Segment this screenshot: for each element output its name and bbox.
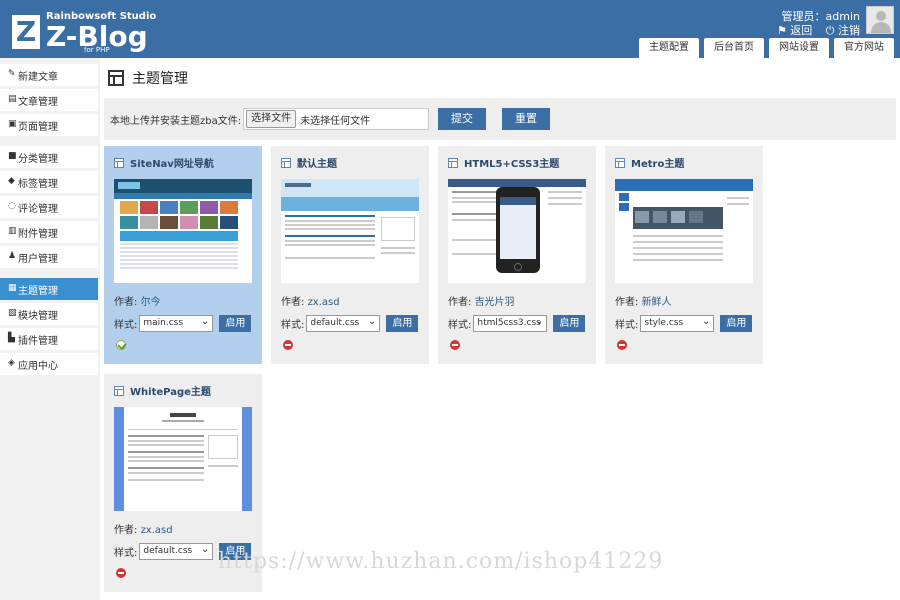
tab-site-settings[interactable]: 网站设置 [769,38,829,58]
attachment-icon: ▥ [8,226,17,236]
style-select[interactable]: main.css [139,315,214,332]
delete-icon[interactable] [617,340,627,350]
sidebar-item-users[interactable]: ♟ 用户管理 [0,246,98,268]
tab-official-site[interactable]: 官方网站 [834,38,894,58]
theme-preview [281,179,419,283]
theme-author: 作者: 新鲜人 [615,297,672,308]
document-icon: ▤ [8,94,17,104]
theme-preview [448,179,586,283]
edit-icon: ✎ [8,69,16,79]
logo-icon: Z [12,15,40,49]
sidebar-item-articles[interactable]: ▤ 文章管理 [0,89,98,111]
user-actions: ⚑ 返回 ⏻ 注销 [767,22,860,38]
comment-icon: ◌ [8,201,16,211]
style-row: 样式: default.css 启用 [281,315,419,332]
sidebar-item-attachments[interactable]: ▥ 附件管理 [0,221,98,243]
style-row: 样式: main.css 启用 [114,315,252,332]
page-title: 主题管理 [108,68,188,88]
delete-icon[interactable] [283,340,293,350]
avatar-head [876,11,886,21]
avatar[interactable] [866,6,894,34]
theme-layout-icon [108,70,124,86]
sidebar-item-modules[interactable]: ▧ 模块管理 [0,303,98,325]
theme-icon [114,157,124,168]
upload-label: 本地上传并安装主题zba文件: [110,115,242,127]
theme-icon [615,157,625,168]
sidebar: ✎ 新建文章 ▤ 文章管理 ▣ 页面管理 ■ 分类管理 ◆ 标签管理 ◌ 评论管理 ▥ 附件管… [0,58,100,600]
style-select[interactable]: html5css3.css [473,315,548,332]
theme-preview [615,179,753,283]
module-icon: ▧ [8,308,17,318]
submit-button[interactable]: 提交 [438,108,486,130]
theme-author: 作者: 尔今 [114,297,161,308]
file-input[interactable]: 选择文件 未选择任何文件 [243,108,430,130]
apply-button[interactable]: 启用 [720,315,753,332]
upload-bar: 本地上传并安装主题zba文件: 选择文件 未选择任何文件 提交 重置 [104,98,896,140]
delete-icon[interactable] [116,568,126,578]
style-row: 样式: style.css 启用 [615,315,753,332]
theme-icon [281,157,291,168]
top-header: Z Rainbowsoft Studio Z-Blog for PHP 管理员：… [0,0,900,58]
apply-button[interactable]: 启用 [553,315,586,332]
theme-card: 默认主题 作者: zx.asd 样式: default.css 启用 [271,146,429,364]
theme-title: SiteNav网址导航 [114,155,214,170]
apply-button[interactable]: 启用 [386,315,419,332]
theme-card: HTML5+CSS3主题 作者: 吉光片羽 样式: html5css3.css … [438,146,596,364]
sidebar-item-app-center[interactable]: ◈ 应用中心 [0,353,98,375]
reset-button[interactable]: 重置 [502,108,550,130]
theme-author: 作者: zx.asd [114,525,173,536]
theme-preview [114,407,252,511]
main-content: 主题管理 本地上传并安装主题zba文件: 选择文件 未选择任何文件 提交 重置 … [104,60,896,600]
theme-author: 作者: 吉光片羽 [448,297,515,308]
style-select[interactable]: default.css [139,543,214,560]
sidebar-item-categories[interactable]: ■ 分类管理 [0,146,98,168]
theme-title: WhitePage主题 [114,383,211,398]
plugin-icon: ▙ [8,333,15,343]
apply-button[interactable]: 启用 [219,315,252,332]
theme-author: 作者: zx.asd [281,297,340,308]
sidebar-item-themes[interactable]: ▦ 主题管理 [0,278,98,300]
sidebar-item-pages[interactable]: ▣ 页面管理 [0,114,98,136]
watermark: https://www.huzhan.com/ishop41229 [218,549,664,574]
theme-icon: ▦ [8,283,17,293]
delete-icon[interactable] [450,340,460,350]
sidebar-item-comments[interactable]: ◌ 评论管理 [0,196,98,218]
theme-icon [114,385,124,396]
active-check-icon [116,340,126,350]
back-link[interactable]: ⚑ 返回 [777,24,812,37]
folder-icon: ■ [8,151,17,161]
sidebar-item-plugins[interactable]: ▙ 插件管理 [0,328,98,350]
logout-link[interactable]: ⏻ 注销 [826,24,860,37]
logo-php: for PHP [84,46,110,54]
theme-title: 默认主题 [281,155,337,170]
tag-icon: ◆ [8,176,15,186]
avatar-body [871,22,891,33]
theme-icon [448,157,458,168]
theme-card: SiteNav网址导航 作者: 尔今 样式: main.css ⌄ 启用 [104,146,262,364]
theme-preview [114,179,252,283]
sidebar-item-new-article[interactable]: ✎ 新建文章 [0,64,98,86]
style-row: 样式: html5css3.css 启用 [448,315,586,332]
theme-title: HTML5+CSS3主题 [448,155,559,170]
user-icon: ♟ [8,251,17,261]
app-center-icon: ◈ [8,358,15,368]
tab-admin-home[interactable]: 后台首页 [704,38,764,58]
theme-title: Metro主题 [615,155,684,170]
page-icon: ▣ [8,119,17,129]
file-status: 未选择任何文件 [300,115,371,127]
choose-file-button[interactable]: 选择文件 [246,110,297,128]
top-tabs: 主题配置 后台首页 网站设置 官方网站 [639,38,894,58]
style-select[interactable]: default.css [306,315,381,332]
style-select[interactable]: style.css [640,315,715,332]
theme-card: Metro主题 作者: 新鲜人 样式: style.css 启用 [605,146,763,364]
sidebar-item-tags[interactable]: ◆ 标签管理 [0,171,98,193]
tab-theme-config[interactable]: 主题配置 [639,38,699,58]
